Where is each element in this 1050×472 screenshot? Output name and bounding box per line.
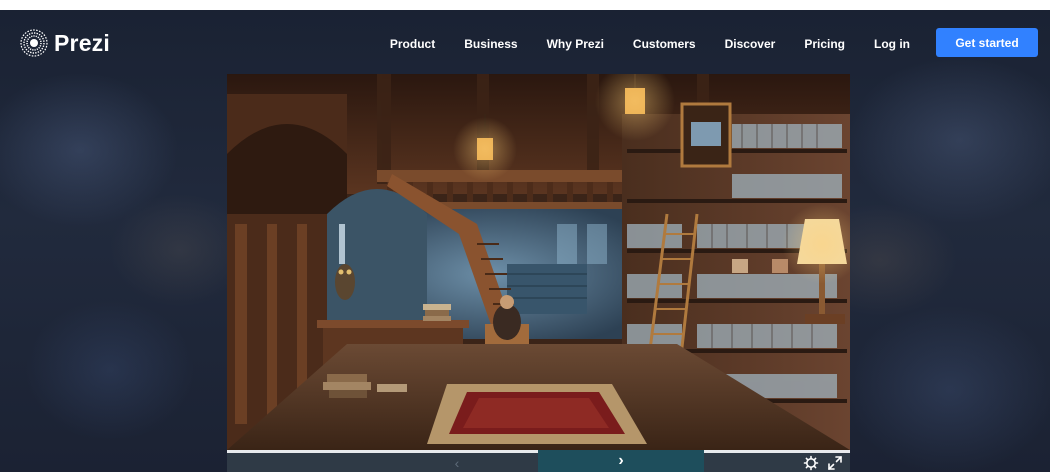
chevron-left-icon[interactable]: ‹ xyxy=(447,455,467,471)
gear-icon[interactable] xyxy=(803,455,819,471)
nav-login[interactable]: Log in xyxy=(874,37,910,51)
page: Prezi Product Business Why Prezi Custome… xyxy=(0,0,1050,472)
nav-business[interactable]: Business xyxy=(464,37,517,51)
presentation-controls: ‹ › xyxy=(227,450,850,472)
main-menu: Product Business Why Prezi Customers Dis… xyxy=(361,35,910,53)
next-slide-button[interactable]: › xyxy=(538,450,704,472)
presentation-canvas[interactable] xyxy=(227,74,850,450)
fullscreen-icon[interactable] xyxy=(827,455,843,471)
nav-product[interactable]: Product xyxy=(390,37,435,51)
prezi-logo-icon xyxy=(20,29,48,57)
brand-logo[interactable]: Prezi xyxy=(20,28,110,58)
library-scene xyxy=(227,74,850,450)
brand-name: Prezi xyxy=(54,29,110,56)
nav-why-prezi[interactable]: Why Prezi xyxy=(547,37,604,51)
nav-customers[interactable]: Customers xyxy=(633,37,696,51)
top-nav: Prezi Product Business Why Prezi Custome… xyxy=(0,10,1050,74)
nav-discover[interactable]: Discover xyxy=(725,37,776,51)
chevron-right-icon: › xyxy=(618,452,624,469)
top-strip xyxy=(0,0,1050,10)
get-started-button[interactable]: Get started xyxy=(936,28,1038,57)
nav-pricing[interactable]: Pricing xyxy=(804,37,845,51)
